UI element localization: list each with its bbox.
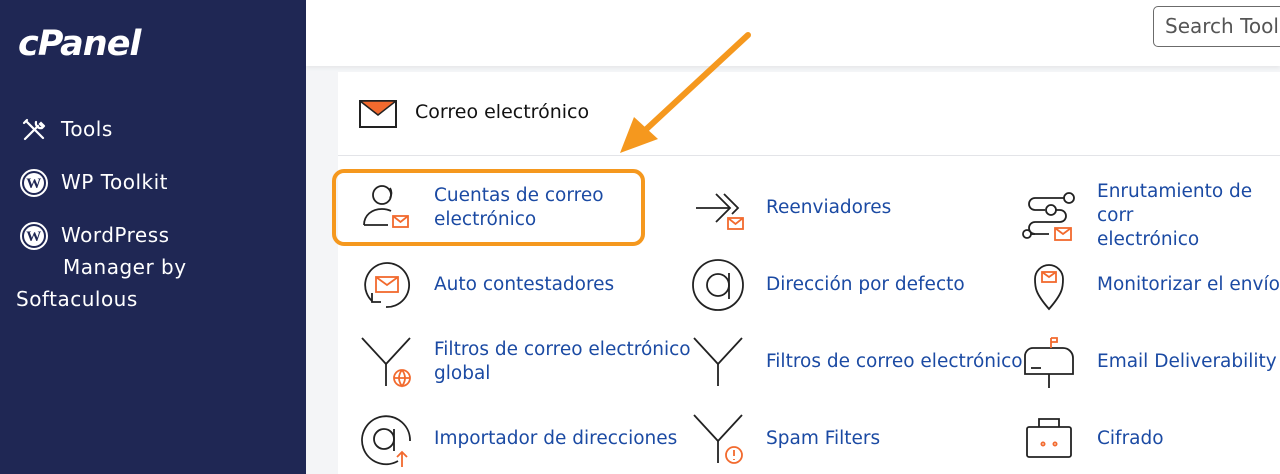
email-accounts-icon xyxy=(358,180,414,236)
tool-email-accounts[interactable]: Cuentas de correo electrónico xyxy=(358,180,604,236)
section-title: Correo electrónico xyxy=(415,101,590,123)
cpanel-logo[interactable]: cPanel xyxy=(18,24,141,64)
tool-track-delivery[interactable]: Monitorizar el envío xyxy=(1021,257,1280,313)
tool-label: Spam Filters xyxy=(766,428,881,449)
sidebar-item-label: Tools xyxy=(61,117,113,141)
envelope-icon xyxy=(357,99,399,134)
encryption-icon xyxy=(1021,411,1077,467)
autoresponders-icon xyxy=(358,257,414,313)
tool-label: Dirección por defecto xyxy=(766,274,965,295)
wordpress-icon: W xyxy=(18,220,50,252)
filter-icon xyxy=(690,334,746,390)
tool-encryption[interactable]: Cifrado xyxy=(1021,411,1164,467)
tool-label: Reenviadores xyxy=(766,197,892,218)
sidebar-item-label: WordPress Manager by Softaculous xyxy=(16,223,187,311)
address-importer-icon xyxy=(358,411,414,467)
tool-label: Cifrado xyxy=(1097,428,1164,449)
tool-label: Email Deliverability xyxy=(1097,351,1277,372)
mailbox-icon xyxy=(1021,334,1077,390)
tool-forwarders[interactable]: Reenviadores xyxy=(690,180,891,236)
tool-spam-filters[interactable]: Spam Filters xyxy=(690,411,880,467)
location-pin-icon xyxy=(1021,257,1077,313)
tool-autoresponders[interactable]: Auto contestadores xyxy=(358,257,614,313)
svg-text:W: W xyxy=(26,229,42,245)
tool-address-importer[interactable]: Importador de direcciones xyxy=(358,411,677,467)
sidebar-item-tools[interactable]: Tools xyxy=(18,117,113,146)
tool-label: Filtros de correo electrónico global xyxy=(434,339,691,384)
tool-email-deliverability[interactable]: Email Deliverability xyxy=(1021,334,1277,390)
svg-text:W: W xyxy=(26,176,42,192)
search-input[interactable]: Search Tool xyxy=(1153,6,1280,47)
tool-label: Importador de direcciones xyxy=(434,428,678,449)
forwarders-icon xyxy=(690,180,746,236)
tool-label: Monitorizar el envío xyxy=(1097,274,1280,295)
section-header[interactable]: Correo electrónico xyxy=(338,72,1280,156)
tool-default-address[interactable]: Dirección por defecto xyxy=(690,257,965,313)
tool-label: Enrutamiento de corr electrónico xyxy=(1097,181,1253,250)
tool-label: Filtros de correo electrónico xyxy=(766,351,1023,372)
sidebar-item-wp-toolkit[interactable]: W WP Toolkit xyxy=(18,167,169,199)
email-routing-icon xyxy=(1021,188,1077,244)
sidebar-item-wordpress-manager[interactable]: W WordPress Manager by Softaculous xyxy=(16,220,187,315)
tool-label: Auto contestadores xyxy=(434,274,615,295)
tool-label: Cuentas de correo electrónico xyxy=(434,185,604,230)
tool-email-routing[interactable]: Enrutamiento de corr electrónico xyxy=(1021,180,1280,252)
at-icon xyxy=(690,257,746,313)
sidebar-item-label: WP Toolkit xyxy=(61,170,169,194)
wordpress-icon: W xyxy=(18,167,50,199)
tool-global-email-filters[interactable]: Filtros de correo electrónico global xyxy=(358,334,691,390)
tool-email-filters[interactable]: Filtros de correo electrónico xyxy=(690,334,1023,390)
spam-filter-icon xyxy=(690,411,746,467)
global-filter-icon xyxy=(358,334,414,390)
top-header: Search Tool xyxy=(306,0,1280,66)
tools-icon xyxy=(18,114,50,146)
sidebar: cPanel Tools W WP Toolkit W WordPress Ma… xyxy=(0,0,306,474)
